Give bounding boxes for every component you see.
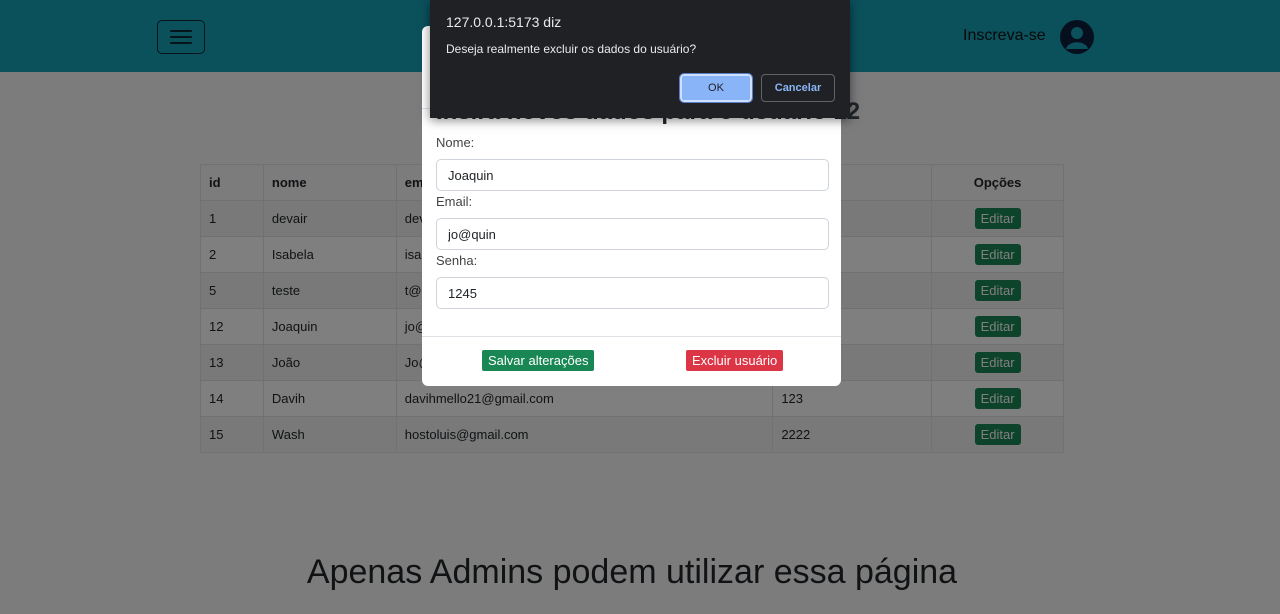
nome-input[interactable] — [436, 159, 829, 191]
senha-input[interactable] — [436, 277, 829, 309]
dialog-origin: 127.0.0.1:5173 diz — [446, 14, 562, 30]
modal-footer-divider — [422, 336, 841, 337]
save-changes-button[interactable]: Salvar alterações — [482, 350, 595, 371]
email-label: Email: — [436, 194, 473, 209]
delete-user-button[interactable]: Excluir usuário — [686, 350, 784, 371]
cancel-button[interactable]: Cancelar — [761, 74, 835, 102]
email-input[interactable] — [436, 218, 829, 250]
ok-button[interactable]: OK — [679, 73, 753, 103]
confirm-dialog: 127.0.0.1:5173 diz Deseja realmente excl… — [430, 0, 850, 118]
nome-label: Nome: — [436, 135, 475, 150]
dialog-message: Deseja realmente excluir os dados do usu… — [446, 42, 697, 56]
senha-label: Senha: — [436, 253, 478, 268]
